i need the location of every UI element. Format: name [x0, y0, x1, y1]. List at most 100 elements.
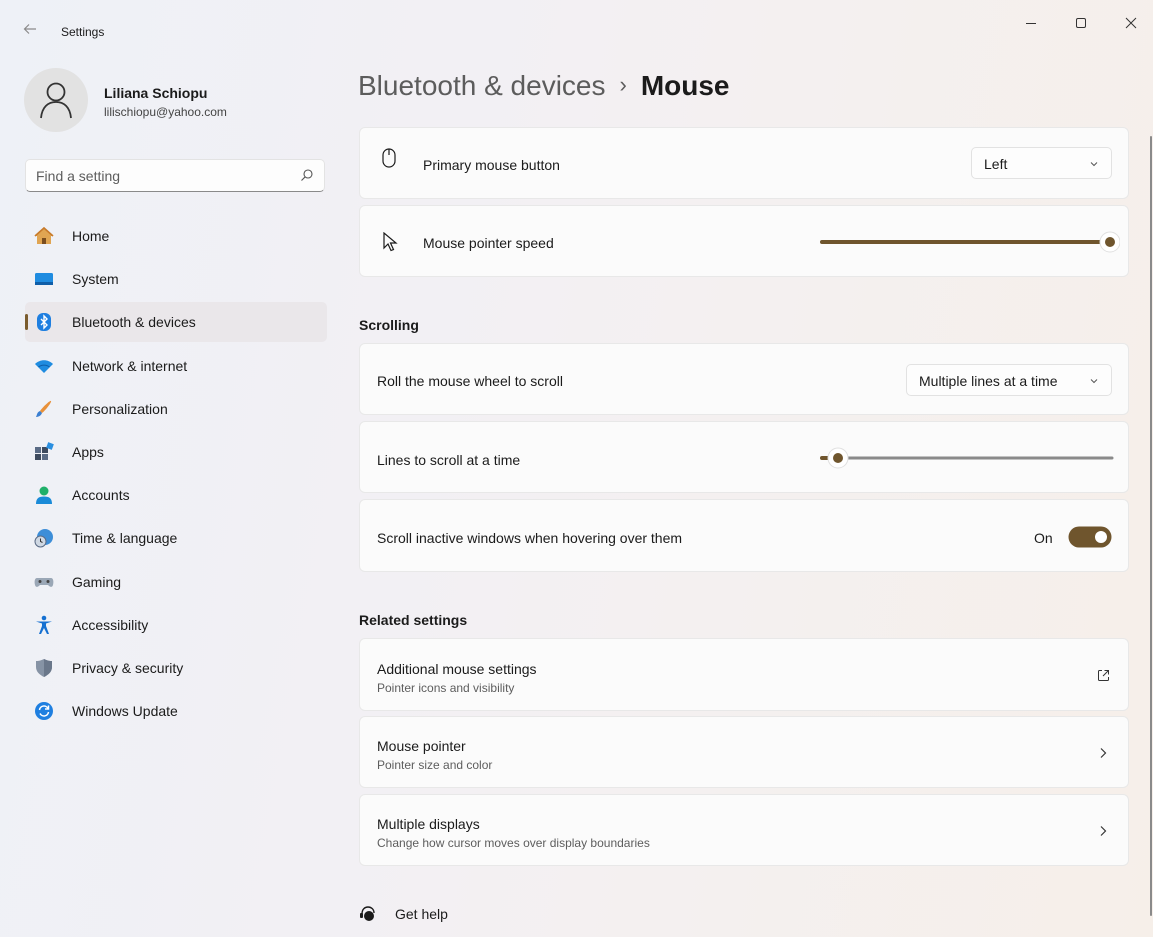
home-icon [34, 226, 54, 244]
primary-mouse-button-dropdown[interactable]: Left [971, 147, 1112, 179]
accessibility-icon [36, 615, 52, 634]
user-profile[interactable]: Liliana Schiopu lilischiopu@yahoo.com [24, 68, 324, 134]
pointer-speed-slider[interactable] [820, 230, 1120, 254]
sidebar-item-label: Accounts [72, 487, 130, 504]
lines-to-scroll-slider[interactable] [820, 446, 1120, 470]
user-email: lilischiopu@yahoo.com [104, 105, 227, 119]
chevron-down-icon [1090, 162, 1098, 167]
maximize-button[interactable] [1066, 10, 1096, 36]
scroll-inactive-card: Scroll inactive windows when hovering ov… [359, 499, 1129, 572]
sidebar-nav: Home System Bluetooth & devices Network … [25, 216, 327, 734]
related-item-title: Multiple displays [377, 816, 480, 832]
sidebar-item-network[interactable]: Network & internet [25, 346, 327, 386]
related-item-subtitle: Change how cursor moves over display bou… [377, 836, 650, 850]
mouse-icon [382, 148, 396, 168]
dropdown-value: Left [984, 156, 1008, 172]
system-icon [35, 273, 53, 286]
app-title: Settings [61, 25, 105, 39]
sidebar-item-label: Windows Update [72, 703, 178, 720]
sidebar-item-gaming[interactable]: Gaming [25, 562, 327, 602]
update-icon [35, 702, 53, 721]
sidebar-item-label: Apps [72, 443, 104, 460]
shield-icon [36, 658, 52, 677]
slider-thumb-center [833, 453, 843, 463]
cursor-icon [383, 232, 398, 252]
related-item-title: Additional mouse settings [377, 661, 537, 677]
related-item-subtitle: Pointer icons and visibility [377, 681, 515, 695]
breadcrumb-current: Mouse [640, 70, 730, 101]
title-bar: Settings [0, 0, 1153, 60]
user-name: Liliana Schiopu [104, 85, 208, 101]
search-input[interactable] [36, 160, 296, 191]
globe-clock-icon [34, 529, 53, 548]
wifi-icon [35, 359, 53, 373]
scroll-inactive-label: Scroll inactive windows when hovering ov… [377, 530, 683, 546]
related-item[interactable]: Multiple displays Change how cursor move… [359, 794, 1129, 866]
back-button[interactable] [20, 22, 40, 42]
roll-wheel-card: Roll the mouse wheel to scroll Multiple … [359, 343, 1129, 415]
sidebar-item-privacy[interactable]: Privacy & security [25, 648, 327, 688]
sidebar-item-label: Network & internet [72, 357, 188, 374]
related-item[interactable]: Additional mouse settings Pointer icons … [359, 638, 1129, 711]
minimize-button[interactable] [1016, 10, 1046, 36]
close-icon [1125, 17, 1137, 29]
sidebar-item-accessibility[interactable]: Accessibility [25, 605, 327, 645]
person-icon [40, 82, 72, 119]
sidebar-item-apps[interactable]: Apps [25, 432, 327, 472]
external-link-icon [1098, 670, 1109, 681]
breadcrumb-separator: › [619, 72, 627, 97]
chevron-right-icon [1100, 748, 1107, 758]
sidebar-item-label: Personalization [72, 400, 168, 417]
chevron-down-icon [1090, 379, 1098, 384]
sidebar-item-bluetooth[interactable]: Bluetooth & devices [25, 302, 327, 343]
primary-mouse-button-card: Primary mouse button Left [359, 127, 1129, 199]
search-box[interactable] [25, 159, 325, 192]
related-settings-heading: Related settings [359, 612, 468, 628]
brush-icon [36, 400, 52, 417]
sidebar-item-time-language[interactable]: Time & language [25, 518, 327, 558]
scroll-inactive-toggle[interactable] [1068, 526, 1112, 548]
sidebar-item-label: System [72, 271, 119, 288]
sidebar-item-system[interactable]: System [25, 259, 327, 299]
slider-thumb-center [1105, 237, 1115, 247]
get-help-label: Get help [395, 906, 448, 922]
help-icon [360, 906, 375, 921]
accounts-icon [36, 486, 52, 505]
avatar [24, 68, 88, 132]
roll-wheel-label: Roll the mouse wheel to scroll [377, 373, 563, 389]
maximize-icon [1076, 18, 1086, 28]
chevron-right-icon [1100, 826, 1107, 836]
bluetooth-icon [37, 313, 51, 332]
pointer-speed-card: Mouse pointer speed [359, 205, 1129, 277]
sidebar-item-label: Gaming [72, 573, 122, 590]
arrow-left-icon [23, 24, 36, 34]
breadcrumb-parent[interactable]: Bluetooth & devices [358, 70, 606, 101]
sidebar-item-personalization[interactable]: Personalization [25, 389, 327, 429]
related-item-subtitle: Pointer size and color [377, 758, 493, 772]
gamepad-icon [34, 577, 54, 587]
scrolling-heading: Scrolling [359, 317, 419, 333]
sidebar-item-label: Bluetooth & devices [72, 314, 196, 331]
sidebar-item-label: Home [72, 228, 110, 244]
sidebar-item-accounts[interactable]: Accounts [25, 475, 327, 515]
toggle-state-label: On [1034, 530, 1053, 546]
related-item-title: Mouse pointer [377, 738, 466, 754]
sidebar-item-windows-update[interactable]: Windows Update [25, 691, 327, 731]
lines-to-scroll-card: Lines to scroll at a time [359, 421, 1129, 493]
sidebar-item-label: Privacy & security [72, 659, 184, 676]
selection-indicator [25, 314, 28, 331]
scrollbar[interactable] [1150, 136, 1152, 916]
primary-mouse-button-label: Primary mouse button [423, 157, 560, 173]
apps-icon [35, 442, 54, 460]
dropdown-value: Multiple lines at a time [919, 373, 1058, 389]
related-item[interactable]: Mouse pointer Pointer size and color [359, 716, 1129, 788]
close-button[interactable] [1116, 10, 1146, 36]
sidebar-item-label: Accessibility [72, 616, 149, 633]
minimize-icon [1026, 23, 1036, 24]
roll-wheel-dropdown[interactable]: Multiple lines at a time [906, 364, 1112, 396]
lines-to-scroll-label: Lines to scroll at a time [377, 452, 521, 468]
sidebar-item-home[interactable]: Home [25, 216, 327, 256]
page-title: Bluetooth & devices › Mouse [358, 70, 730, 102]
sidebar-item-label: Time & language [72, 530, 178, 547]
search-icon [301, 169, 313, 181]
